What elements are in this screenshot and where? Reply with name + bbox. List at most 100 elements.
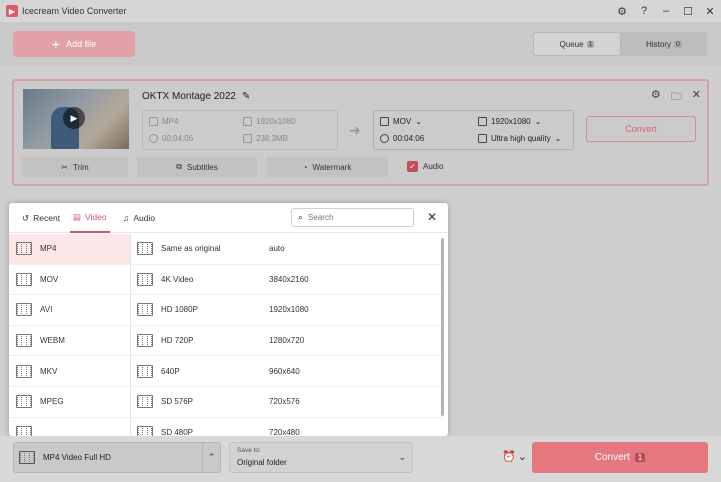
- film-icon: [137, 334, 153, 348]
- source-duration: 00:04:06: [162, 134, 194, 143]
- app-title: Icecream Video Converter: [22, 6, 127, 16]
- source-size: 238.3MB: [256, 134, 289, 143]
- film-icon: [16, 395, 32, 409]
- format-item-webm[interactable]: WEBM: [9, 326, 130, 357]
- format-item-mov[interactable]: MOV: [9, 265, 130, 296]
- chevron-down-icon: ⌄: [534, 117, 542, 126]
- film-icon: ▤: [73, 211, 82, 222]
- film-icon: [16, 272, 32, 286]
- film-icon: [380, 117, 389, 126]
- queue-count-badge: 1: [586, 40, 595, 48]
- format-item-avi[interactable]: AVI: [9, 295, 130, 326]
- open-folder-icon[interactable]: 🗀: [671, 88, 682, 107]
- save-to-select[interactable]: Save to: Original folder ⌄: [229, 442, 413, 473]
- resolution-item[interactable]: SD 480P 720x480: [131, 418, 443, 436]
- tab-history[interactable]: History 0: [621, 32, 707, 56]
- resolution-item[interactable]: 4K Video 3840x2160: [131, 265, 443, 296]
- format-item-partial[interactable]: [9, 418, 130, 436]
- chevron-down-icon: ⌄: [415, 117, 422, 126]
- save-to-label: Save to:: [237, 447, 261, 454]
- help-icon[interactable]: ?: [633, 5, 655, 17]
- file-settings-icon[interactable]: ⚙: [651, 88, 661, 107]
- minimize-button[interactable]: –: [655, 5, 677, 17]
- film-icon: [137, 395, 153, 409]
- film-icon: [137, 425, 153, 436]
- tab-video[interactable]: ▤ Video: [70, 203, 110, 233]
- monitor-icon: [478, 117, 487, 126]
- film-icon: [16, 242, 32, 256]
- film-icon: [16, 303, 32, 317]
- trim-button[interactable]: ✂ Trim: [22, 157, 128, 177]
- schedule-timer-button[interactable]: ⏰ ⌄: [502, 450, 527, 463]
- subtitles-icon: ⧉: [176, 162, 183, 171]
- monitor-icon: [243, 117, 252, 126]
- chevron-down-icon: ⌄: [554, 134, 562, 143]
- close-popup-icon[interactable]: ✕: [427, 210, 437, 224]
- tab-audio[interactable]: ♫ Audio: [123, 203, 155, 233]
- subtitles-button[interactable]: ⧉ Subtitles: [137, 157, 257, 177]
- target-quality-select[interactable]: Ultra high quality ⌄: [478, 134, 561, 143]
- video-thumbnail[interactable]: ▶: [23, 89, 129, 149]
- chevron-down-icon: ⌄: [398, 452, 406, 462]
- target-settings-box: MOV ⌄ 1920x1080 ⌄ 00:04:06 Ultra high qu…: [373, 110, 574, 150]
- resolution-item[interactable]: 640P 960x640: [131, 356, 443, 387]
- audio-checkbox[interactable]: ✓ Audio: [407, 161, 443, 172]
- film-icon: [16, 425, 32, 436]
- film-icon: [137, 364, 153, 378]
- add-file-button[interactable]: + Add file: [13, 31, 135, 57]
- tab-recent[interactable]: ↺ Recent: [22, 203, 60, 233]
- film-icon: [137, 303, 153, 317]
- close-window-button[interactable]: ✕: [699, 5, 721, 18]
- scissors-icon: ✂: [61, 162, 68, 172]
- watermark-button[interactable]: ◔ Watermark: [266, 157, 388, 177]
- edit-pencil-icon[interactable]: ✎: [242, 91, 250, 102]
- resolution-item[interactable]: HD 720P 1280x720: [131, 326, 443, 357]
- film-icon: [16, 364, 32, 378]
- search-input[interactable]: [308, 213, 404, 222]
- format-item-mkv[interactable]: MKV: [9, 356, 130, 387]
- play-icon[interactable]: ▶: [63, 107, 85, 129]
- scrollbar[interactable]: [441, 238, 444, 416]
- queue-history-tabs: Queue 1 History 0: [533, 32, 707, 56]
- chevron-up-icon[interactable]: ⌃: [202, 443, 220, 472]
- settings-gear-icon[interactable]: ⚙: [611, 5, 633, 18]
- format-item-mpeg[interactable]: MPEG: [9, 387, 130, 418]
- preset-label: MP4 Video Full HD: [43, 453, 111, 462]
- clock-icon: [380, 134, 389, 143]
- format-item-mp4[interactable]: MP4: [9, 234, 130, 265]
- tab-queue[interactable]: Queue 1: [533, 32, 621, 56]
- format-list: MP4 MOV AVI WEBM MKV MPEG: [9, 234, 130, 436]
- preset-select[interactable]: MP4 Video Full HD ⌃: [13, 442, 221, 473]
- alarm-clock-icon: ⏰: [502, 451, 516, 463]
- convert-count-badge: 1: [634, 453, 646, 462]
- checkmark-icon: ✓: [407, 161, 418, 172]
- file-card: ▶ OKTX Montage 2022 ✎ MP4 1920x1080 00:0…: [12, 79, 709, 186]
- format-picker-popup: ↺ Recent ▤ Video ♫ Audio ⌕ ✕ MP4 MOV AVI…: [9, 203, 448, 436]
- plus-icon: +: [51, 36, 61, 52]
- resolution-item[interactable]: HD 1080P 1920x1080: [131, 295, 443, 326]
- search-icon: ⌕: [298, 212, 304, 222]
- remove-file-icon[interactable]: ✕: [692, 88, 701, 107]
- save-to-value: Original folder: [237, 458, 287, 467]
- target-duration: 00:04:06: [393, 134, 425, 143]
- source-resolution: 1920x1080: [256, 117, 296, 126]
- convert-all-button[interactable]: Convert 1: [532, 442, 708, 473]
- film-icon: [149, 117, 158, 126]
- clock-icon: [149, 134, 158, 143]
- source-format: MP4: [162, 117, 179, 126]
- maximize-button[interactable]: ☐: [677, 5, 699, 18]
- resolution-item[interactable]: Same as original auto: [131, 234, 443, 265]
- film-icon: [16, 334, 32, 348]
- resolution-item[interactable]: SD 576P 720x576: [131, 387, 443, 418]
- music-note-icon: ♫: [123, 213, 130, 223]
- convert-file-button[interactable]: Convert: [586, 116, 696, 142]
- app-logo-icon: ▶: [6, 5, 18, 17]
- film-icon: [137, 272, 153, 286]
- target-resolution-select[interactable]: 1920x1080 ⌄: [478, 117, 541, 126]
- watermark-icon: ◔: [302, 162, 308, 172]
- film-icon: [19, 451, 35, 464]
- target-format-select[interactable]: MOV ⌄: [380, 117, 422, 126]
- chevron-down-icon: ⌄: [517, 451, 527, 463]
- history-icon: ↺: [22, 212, 30, 223]
- arrow-right-icon: ➜: [349, 122, 361, 138]
